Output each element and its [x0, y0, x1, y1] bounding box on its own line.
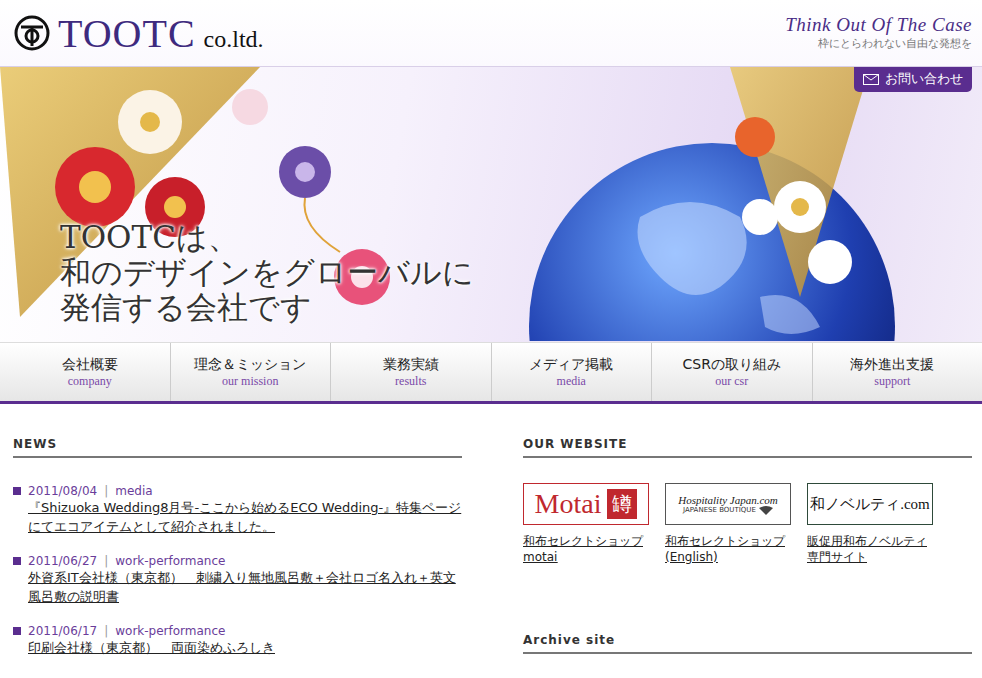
- header: TOOTC co.ltd. Think Out Of The Case枠にとらわれな…: [0, 0, 982, 67]
- news-title-link[interactable]: 『Shizuoka Wedding8月号-ここから始めるECO Wedding-…: [13, 498, 462, 536]
- news-item: 2011/08/04 | media『Shizuoka Wedding8月号-ここか…: [13, 484, 462, 536]
- nav-label: 業務実績: [383, 356, 439, 374]
- envelope-icon: [863, 74, 879, 85]
- motai-logo-text: Motai: [535, 488, 602, 520]
- main-nav: 会社概要company理念＆ミッションour mission業務実績result…: [0, 342, 982, 404]
- subtagline-text: 枠にとらわれない自由な発想を: [785, 36, 972, 51]
- news-title-link[interactable]: 外資系IT会社様（東京都） 刺繍入り無地風呂敷＋会社ロゴ名入れ＋英文風呂敷の説明…: [13, 568, 462, 606]
- websites-heading: OUR WEBSITE: [523, 437, 972, 458]
- caption-line: 販促用和布ノベルティ: [807, 533, 933, 549]
- hero-line: 和のデザインをグローバルに: [60, 255, 982, 290]
- hero-banner: お問い合わせTOOTCは、和のデザインをグローバルに発信する会社です: [0, 67, 982, 342]
- nav-label: メディア掲載: [529, 356, 613, 374]
- contact-label: お問い合わせ: [885, 70, 963, 88]
- company-logo[interactable]: TOOTC co.ltd.: [14, 10, 264, 57]
- caption-line: (English): [665, 549, 791, 565]
- nav-item[interactable]: 理念＆ミッションour mission: [170, 343, 331, 401]
- news-meta: 2011/08/04 | media: [13, 484, 462, 498]
- news-separator: |: [102, 624, 110, 638]
- news-category[interactable]: work-performance: [115, 624, 225, 638]
- news-meta: 2011/06/17 | work-performance: [13, 624, 462, 638]
- website-card[interactable]: Motai罇和布セレクトショップmotai: [523, 483, 649, 565]
- contact-button[interactable]: お問い合わせ: [854, 67, 972, 92]
- archive-heading: Archive site: [523, 633, 972, 654]
- news-separator: |: [102, 484, 110, 498]
- website-logo[interactable]: 和ノベルティ.com: [807, 483, 933, 525]
- motai-seal: 罇: [607, 489, 637, 519]
- logo-text: TOOTC: [58, 10, 196, 57]
- website-card[interactable]: Hospitality Japan.comJAPANESE BOUTIQUE 和…: [665, 483, 791, 565]
- website-card[interactable]: 和ノベルティ.com 販促用和布ノベルティ専門サイト: [807, 483, 933, 565]
- fan-icon: [759, 506, 773, 515]
- caption-line: 専門サイト: [807, 549, 933, 565]
- tagline-text: Think Out Of The Case: [785, 14, 972, 36]
- website-caption-link[interactable]: 和布セレクトショップmotai: [523, 533, 649, 565]
- nav-sublabel: company: [68, 374, 112, 389]
- nav-sublabel: our csr: [715, 374, 748, 389]
- news-date: 2011/08/04: [28, 484, 97, 498]
- nav-item[interactable]: 会社概要company: [10, 343, 170, 401]
- news-meta: 2011/06/27 | work-performance: [13, 554, 462, 568]
- nav-sublabel: results: [395, 374, 426, 389]
- website-logo[interactable]: Hospitality Japan.comJAPANESE BOUTIQUE: [665, 483, 791, 525]
- bullet-icon: [13, 487, 21, 495]
- nav-sublabel: support: [874, 374, 910, 389]
- hero-headline: TOOTCは、和のデザインをグローバルに発信する会社です: [0, 67, 982, 325]
- news-date: 2011/06/17: [28, 624, 97, 638]
- nav-item[interactable]: 海外進出支援support: [812, 343, 973, 401]
- caption-line: 和布セレクトショップ: [523, 533, 649, 549]
- news-item: 2011/06/17 | work-performance印刷会社様（東京都） 両面…: [13, 624, 462, 657]
- news-section: NEWS 2011/08/04 | media『Shizuoka Wedding8月号…: [13, 437, 462, 657]
- news-category[interactable]: media: [115, 484, 152, 498]
- logo-suffix: co.ltd.: [204, 26, 264, 53]
- logo-mark-icon: [14, 15, 50, 51]
- novelty-logo-text: 和ノベルティ.com: [810, 495, 930, 514]
- nav-label: 理念＆ミッション: [194, 356, 306, 374]
- nav-label: 海外進出支援: [850, 356, 934, 374]
- bullet-icon: [13, 627, 21, 635]
- websites-section: OUR WEBSITEMotai罇和布セレクトショップmotaiHospital…: [523, 437, 972, 657]
- page: TOOTC co.ltd. Think Out Of The Case枠にとらわれな…: [0, 0, 982, 678]
- nav-item[interactable]: メディア掲載media: [491, 343, 652, 401]
- hospitality-logo-text: Hospitality Japan.com: [678, 494, 778, 506]
- news-heading: NEWS: [13, 437, 462, 458]
- hospitality-logo-subtext: JAPANESE BOUTIQUE: [683, 506, 773, 515]
- caption-line: motai: [523, 549, 649, 565]
- news-date: 2011/06/27: [28, 554, 97, 568]
- nav-label: CSRの取り組み: [683, 356, 781, 374]
- hero-line: TOOTCは、: [60, 220, 982, 255]
- news-separator: |: [102, 554, 110, 568]
- nav-sublabel: media: [557, 374, 586, 389]
- news-title-link[interactable]: 印刷会社様（東京都） 両面染めふろしき: [13, 638, 462, 657]
- news-category[interactable]: work-performance: [115, 554, 225, 568]
- news-item: 2011/06/27 | work-performance外資系IT会社様（東京都）…: [13, 554, 462, 606]
- website-list: Motai罇和布セレクトショップmotaiHospitality Japan.c…: [523, 483, 972, 565]
- website-caption-link[interactable]: 販促用和布ノベルティ専門サイト: [807, 533, 933, 565]
- hero-line: 発信する会社です: [60, 290, 982, 325]
- nav-item[interactable]: 業務実績results: [330, 343, 491, 401]
- nav-item[interactable]: CSRの取り組みour csr: [651, 343, 812, 401]
- bullet-icon: [13, 557, 21, 565]
- website-caption-link[interactable]: 和布セレクトショップ(English): [665, 533, 791, 565]
- tagline: Think Out Of The Case枠にとらわれない自由な発想を: [785, 0, 972, 51]
- website-logo[interactable]: Motai罇: [523, 483, 649, 525]
- content: NEWS 2011/08/04 | media『Shizuoka Wedding8月号…: [0, 404, 982, 657]
- nav-sublabel: our mission: [222, 374, 278, 389]
- caption-line: 和布セレクトショップ: [665, 533, 791, 549]
- nav-label: 会社概要: [62, 356, 118, 374]
